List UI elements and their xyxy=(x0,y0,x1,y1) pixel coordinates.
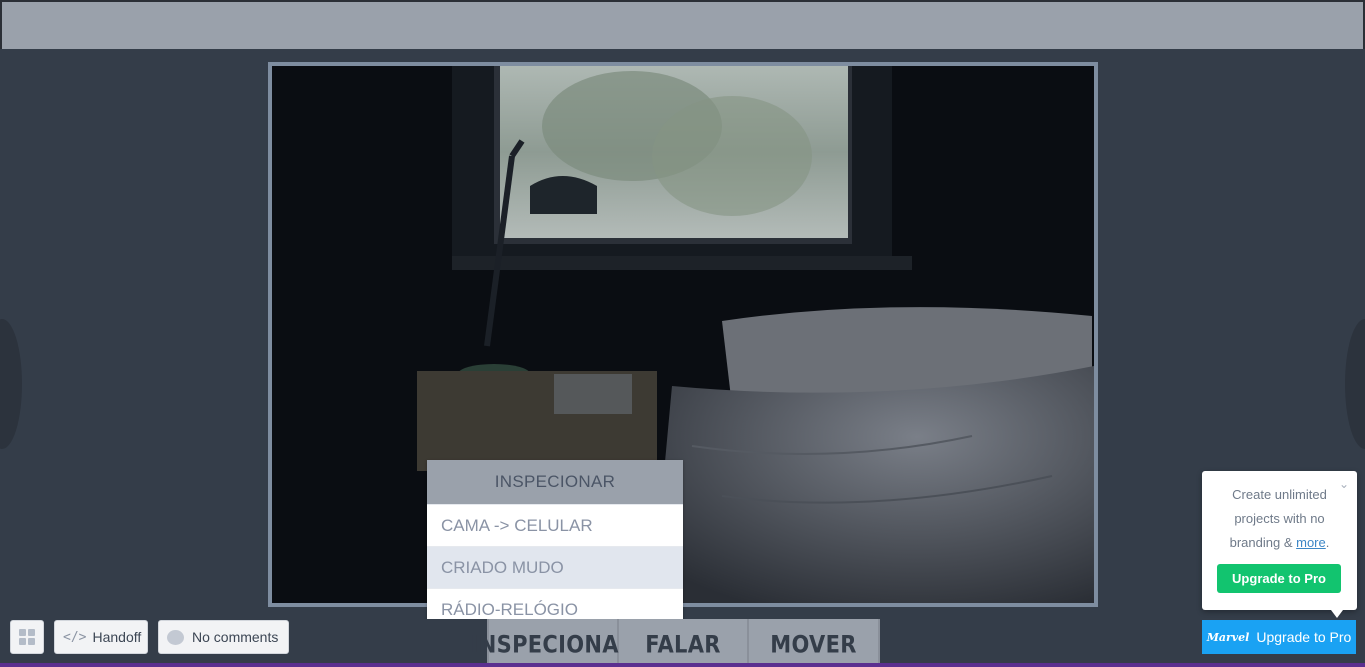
marvel-upgrade-label: Upgrade to Pro xyxy=(1256,629,1352,645)
move-action-button[interactable]: MOVER xyxy=(749,619,880,667)
top-bar xyxy=(0,0,1365,49)
inspect-option-cama-celular[interactable]: CAMA -> CELULAR xyxy=(427,504,683,546)
grid-icon xyxy=(19,629,35,645)
code-icon: </> xyxy=(63,629,87,645)
screens-grid-button[interactable] xyxy=(10,620,44,654)
inspect-option-radio-relogio[interactable]: RÁDIO-RELÓGIO xyxy=(427,588,683,623)
promo-caret xyxy=(1331,610,1343,618)
chevron-down-icon[interactable]: ⌄ xyxy=(1339,477,1349,491)
handoff-label: Handoff xyxy=(92,629,142,645)
promo-text-end: . xyxy=(1325,535,1330,550)
handoff-button[interactable]: </> Handoff xyxy=(54,620,148,654)
inspect-menu-header: INSPECIONAR xyxy=(427,460,683,504)
action-buttons: INSPECIONAR FALAR MOVER xyxy=(471,619,880,667)
promo-more-link[interactable]: more xyxy=(1296,535,1326,550)
comment-bubble-icon xyxy=(167,629,184,645)
comments-button[interactable]: No comments xyxy=(158,620,289,654)
inspect-dropdown-menu: INSPECIONAR CAMA -> CELULAR CRIADO MUDO … xyxy=(427,460,683,623)
taskbar-strip xyxy=(0,663,1365,667)
marvel-upgrade-button[interactable]: Marvel Upgrade to Pro xyxy=(1202,620,1356,654)
comments-label: No comments xyxy=(192,629,279,645)
upgrade-promo-card: ⌄ Create unlimited projects with no bran… xyxy=(1202,471,1357,610)
promo-upgrade-button[interactable]: Upgrade to Pro xyxy=(1217,564,1341,593)
marvel-logo: Marvel xyxy=(1206,630,1250,644)
bedroom-scene-image xyxy=(268,62,1098,607)
previous-screen-arrow[interactable] xyxy=(0,319,22,449)
promo-text: Create unlimited projects with no brandi… xyxy=(1202,483,1357,555)
inspect-option-criado-mudo[interactable]: CRIADO MUDO xyxy=(427,546,683,588)
talk-action-button[interactable]: FALAR xyxy=(619,619,749,667)
inspect-action-button[interactable]: INSPECIONAR xyxy=(471,619,635,667)
next-screen-arrow[interactable] xyxy=(1345,319,1365,449)
bottom-toolbar: </> Handoff No comments INSPECIONAR FALA… xyxy=(0,619,1365,667)
